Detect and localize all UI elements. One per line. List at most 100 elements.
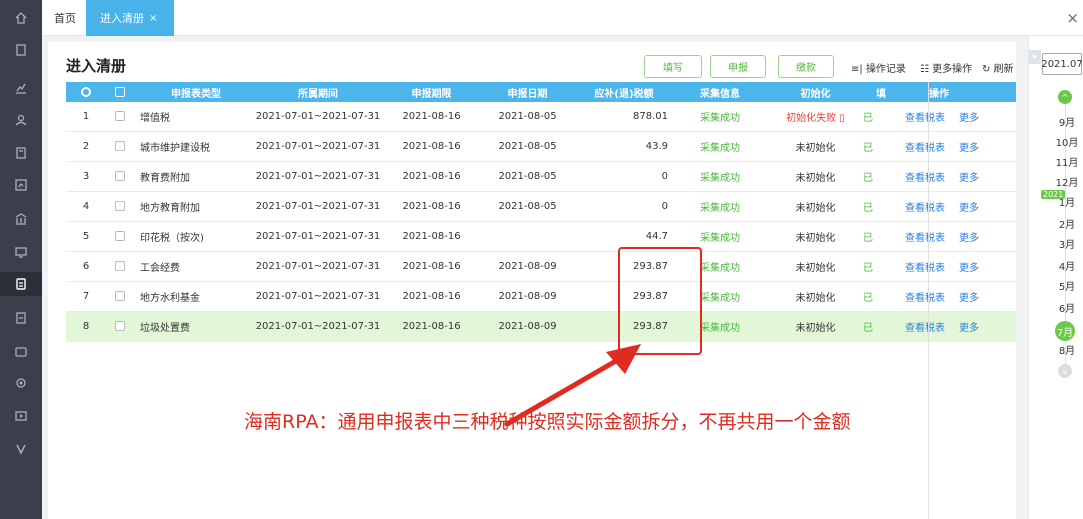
row-checkbox[interactable] <box>106 291 134 302</box>
declare-date: 2021-08-05 <box>498 201 557 212</box>
operation-log-button[interactable]: ≡| 操作记录 <box>851 60 906 75</box>
init-status-text: 未初始化 <box>795 293 836 304</box>
table-row[interactable]: 5 印花税（按次) 2021-07-01~2021-07-31 2021-08-16 4… <box>66 222 1016 252</box>
init-status-text: 未初始化 <box>795 173 836 184</box>
frozen-column-divider <box>928 82 929 519</box>
col-collect: 采集信息 <box>700 88 740 100</box>
entry-list-panel: 进入清册 填写 申报 缴款 ≡| 操作记录 ☷ 更多操作 ↻ 刷新 申报表类型 … <box>48 42 1016 519</box>
tab-close-icon[interactable]: × <box>149 13 157 24</box>
row-checkbox[interactable] <box>106 111 134 122</box>
document-icon[interactable] <box>0 38 42 62</box>
timeline-month[interactable]: 6月 <box>1051 300 1083 315</box>
refresh-button[interactable]: ↻ 刷新 <box>982 60 1014 75</box>
row-checkbox[interactable] <box>106 261 134 272</box>
more-label: 更多 <box>959 143 979 154</box>
declare-date: 2021-08-09 <box>498 261 557 272</box>
settings-icon[interactable] <box>0 371 42 395</box>
timeline-month[interactable]: 3月 <box>1051 236 1083 251</box>
init-status-text: 未初始化 <box>795 263 836 274</box>
left-sidebar <box>0 0 42 519</box>
tax-type: 垃圾处置费 <box>140 323 190 334</box>
view-table-link[interactable]: 查看税表 <box>905 203 945 214</box>
row-number: 7 <box>82 291 90 302</box>
table-row[interactable]: 3 教育费附加 2021-07-01~2021-07-31 2021-08-16 202… <box>66 162 1016 192</box>
timeline-month[interactable]: 2月 <box>1051 216 1083 231</box>
window-close-icon[interactable]: × <box>1066 9 1079 27</box>
view-table-link[interactable]: 查看税表 <box>905 113 945 124</box>
timeline-month[interactable]: 12月 <box>1051 174 1083 189</box>
declare-date: 2021-08-05 <box>498 141 557 152</box>
more-dropdown[interactable]: 更多 ⌄ <box>959 263 979 274</box>
fill-button[interactable]: 填写 <box>644 55 702 78</box>
init-status: 未初始化 <box>768 229 863 244</box>
more-operations-button[interactable]: ☷ 更多操作 <box>920 60 972 75</box>
tab-home[interactable]: 首页 <box>44 0 86 36</box>
timeline-month[interactable]: 11月 <box>1051 154 1083 169</box>
chart-icon[interactable] <box>0 76 42 100</box>
year-month-select[interactable]: 2021.07 <box>1041 53 1083 75</box>
row-checkbox[interactable] <box>106 171 134 182</box>
monitor-icon[interactable] <box>0 240 42 264</box>
main-content: 进入清册 填写 申报 缴款 ≡| 操作记录 ☷ 更多操作 ↻ 刷新 申报表类型 … <box>42 36 1028 519</box>
view-table-link[interactable]: 查看税表 <box>905 173 945 184</box>
more-dropdown[interactable]: 更多 ⌄ <box>959 203 979 214</box>
view-table-link[interactable]: 查看税表 <box>905 263 945 274</box>
timeline-month[interactable]: 10月 <box>1051 134 1083 149</box>
current-month[interactable]: 7月 <box>1055 321 1075 341</box>
more-dropdown[interactable]: 更多 ⌄ <box>959 143 979 154</box>
table-row[interactable]: 7 地方水利基金 2021-07-01~2021-07-31 2021-08-16 20… <box>66 282 1016 312</box>
calculator-icon[interactable] <box>0 141 42 165</box>
view-table-link[interactable]: 查看税表 <box>905 323 945 334</box>
tax-amount: 0 <box>661 201 668 212</box>
timeline-down-icon[interactable]: v <box>1058 364 1072 378</box>
row-checkbox[interactable] <box>106 321 134 332</box>
table-row[interactable]: 2 城市维护建设税 2021-07-01~2021-07-31 2021-08-16 2… <box>66 132 1016 162</box>
report-icon[interactable] <box>0 173 42 197</box>
declare-button[interactable]: 申报 <box>710 55 766 78</box>
deadline: 2021-08-16 <box>402 171 461 182</box>
view-table-link[interactable]: 查看税表 <box>905 293 945 304</box>
row-checkbox[interactable] <box>106 201 134 212</box>
column-settings-icon[interactable] <box>66 86 106 98</box>
timeline-up-icon[interactable]: ^ <box>1058 90 1072 104</box>
more-label: 更多 <box>959 113 979 124</box>
more-dropdown[interactable]: 更多 ⌄ <box>959 173 979 184</box>
timeline-month[interactable]: 5月 <box>1051 278 1083 293</box>
tax-amount: 878.01 <box>633 111 668 122</box>
table-row[interactable]: 6 工会经费 2021-07-01~2021-07-31 2021-08-16 2021… <box>66 252 1016 282</box>
init-status-text: 未初始化 <box>795 203 836 214</box>
invoice-icon[interactable] <box>0 306 42 330</box>
home-icon[interactable] <box>0 6 42 30</box>
pay-button[interactable]: 缴款 <box>778 55 834 78</box>
tax-type: 教育费附加 <box>140 173 190 184</box>
table-row[interactable]: 4 地方教育附加 2021-07-01~2021-07-31 2021-08-16 20… <box>66 192 1016 222</box>
more-dropdown[interactable]: 更多 ⌄ <box>959 293 979 304</box>
list-icon: ☷ <box>920 64 933 75</box>
timeline-month[interactable]: 9月 <box>1051 114 1083 129</box>
deadline: 2021-08-16 <box>402 261 461 272</box>
tax-declare-icon[interactable] <box>0 272 42 296</box>
collapse-arrow-icon[interactable]: ▸ <box>1029 50 1041 64</box>
wallet-icon[interactable] <box>0 339 42 363</box>
more-dropdown[interactable]: 更多 ⌄ <box>959 113 979 124</box>
tax-type: 城市维护建设税 <box>140 143 210 154</box>
view-table-link[interactable]: 查看税表 <box>905 143 945 154</box>
select-all-checkbox[interactable] <box>106 86 134 98</box>
vip-icon[interactable] <box>0 437 42 461</box>
more-dropdown[interactable]: 更多 ⌄ <box>959 233 979 244</box>
user-icon[interactable] <box>0 108 42 132</box>
row-checkbox[interactable] <box>106 231 134 242</box>
timeline-month[interactable]: 4月 <box>1051 258 1083 273</box>
tab-entry-list[interactable]: 进入清册 × <box>86 0 174 36</box>
row-actions: 查看税表 更多 ⌄ <box>899 259 979 274</box>
video-icon[interactable] <box>0 404 42 428</box>
view-table-link[interactable]: 查看税表 <box>905 233 945 244</box>
more-dropdown[interactable]: 更多 ⌄ <box>959 323 979 334</box>
row-checkbox[interactable] <box>106 141 134 152</box>
init-status-text: 未初始化 <box>795 143 836 154</box>
row-number: 8 <box>82 321 90 332</box>
doc-icon[interactable]: ▯ <box>839 113 845 124</box>
table-row[interactable]: 1 增值税 2021-07-01~2021-07-31 2021-08-16 2021-… <box>66 102 1016 132</box>
timeline-month[interactable]: 8月 <box>1051 342 1083 357</box>
bank-icon[interactable] <box>0 207 42 231</box>
